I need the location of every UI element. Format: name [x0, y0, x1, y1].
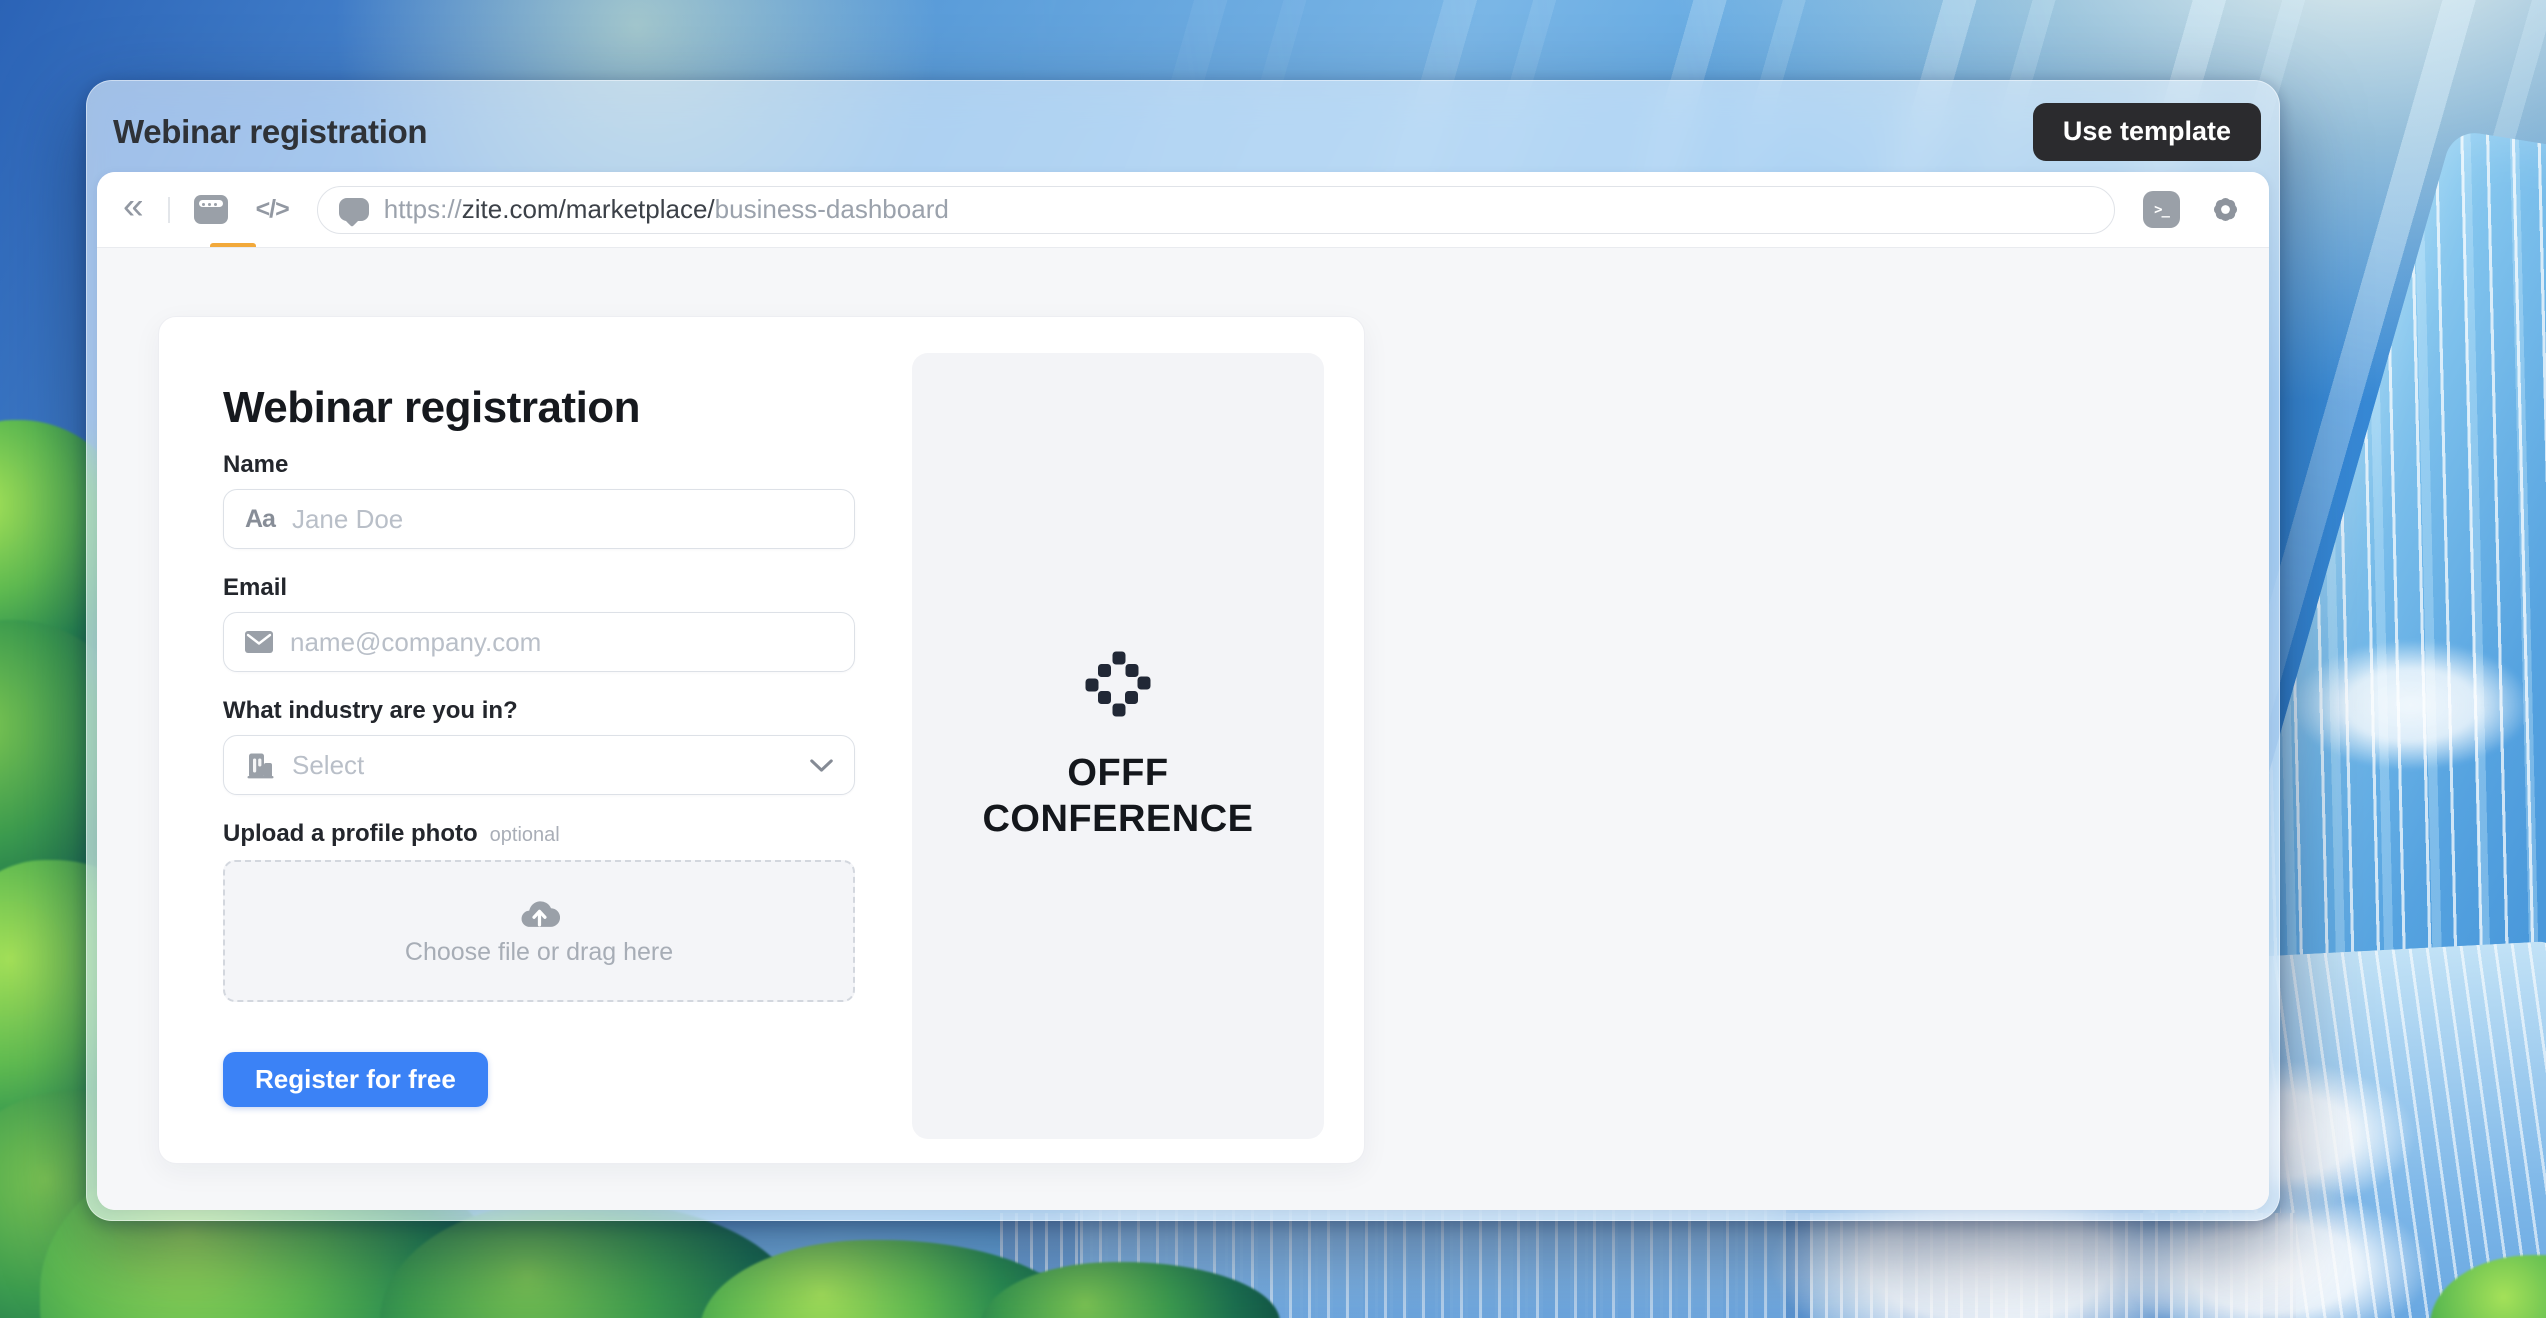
url-path: zite.com/marketplace/	[462, 194, 715, 224]
browser-toolbar: « </> https://zite.com/marketplace/busin…	[97, 172, 2269, 248]
url-text: https://zite.com/marketplace/business-da…	[384, 194, 949, 225]
app-window: Webinar registration Use template « </> …	[86, 80, 2280, 1221]
history-back-button[interactable]: «	[123, 191, 144, 229]
url-scheme: https://	[384, 194, 462, 224]
name-field-group: Name Aa	[223, 451, 855, 549]
text-style-icon: Aa	[245, 505, 275, 534]
settings-button[interactable]	[2210, 194, 2241, 225]
name-label: Name	[223, 451, 855, 479]
brand-panel: OFFF CONFERENCE	[912, 353, 1324, 1139]
double-chevron-left-icon: «	[123, 191, 144, 229]
brand-line-1: OFFF	[982, 750, 1253, 796]
code-icon: </>	[256, 195, 289, 224]
window-titlebar: Webinar registration Use template	[97, 91, 2269, 172]
name-input[interactable]	[292, 504, 833, 535]
desktop-background: Webinar registration Use template « </> …	[0, 0, 2546, 1318]
email-input[interactable]	[290, 627, 833, 658]
terminal-button[interactable]: >_	[2143, 191, 2180, 228]
page-content: Webinar registration Name Aa Email	[97, 248, 2269, 1210]
envelope-icon	[245, 631, 273, 653]
browser-panel: « </> https://zite.com/marketplace/busin…	[97, 172, 2269, 1210]
email-field[interactable]	[223, 612, 855, 672]
url-page: business-dashboard	[715, 194, 949, 224]
brand-name: OFFF CONFERENCE	[982, 750, 1253, 843]
tab-code[interactable]: </>	[228, 195, 289, 224]
address-bar[interactable]: https://zite.com/marketplace/business-da…	[317, 186, 2115, 234]
browser-window-icon	[194, 195, 228, 224]
terminal-icon: >_	[2154, 202, 2169, 218]
active-tab-indicator	[210, 243, 256, 247]
window-title: Webinar registration	[113, 113, 427, 151]
registration-card: Webinar registration Name Aa Email	[158, 316, 1365, 1164]
upload-label: Upload a profile photo	[223, 820, 478, 847]
upload-optional-tag: optional	[490, 824, 560, 846]
gear-icon	[2210, 194, 2241, 225]
upload-cta-text: Choose file or drag here	[405, 938, 673, 967]
select-placeholder: Select	[292, 750, 793, 781]
register-button[interactable]: Register for free	[223, 1052, 488, 1107]
industry-select[interactable]: Select	[223, 735, 855, 795]
brand-line-2: CONFERENCE	[982, 796, 1253, 842]
use-template-button[interactable]: Use template	[2033, 103, 2261, 161]
cloud-upload-icon	[518, 896, 560, 929]
building-icon	[245, 750, 275, 780]
pixel-diamond-logo	[1084, 650, 1152, 718]
email-label: Email	[223, 574, 855, 602]
chevron-down-icon	[810, 759, 833, 772]
toolbar-divider	[168, 197, 170, 223]
upload-dropzone[interactable]: Choose file or drag here	[223, 860, 855, 1002]
cloud	[2291, 640, 2531, 770]
industry-field-group: What industry are you in? Select	[223, 697, 855, 795]
email-field-group: Email	[223, 574, 855, 672]
industry-label: What industry are you in?	[223, 697, 855, 725]
name-field[interactable]: Aa	[223, 489, 855, 549]
chat-bubble-icon	[339, 198, 369, 221]
tab-preview[interactable]	[194, 195, 228, 224]
